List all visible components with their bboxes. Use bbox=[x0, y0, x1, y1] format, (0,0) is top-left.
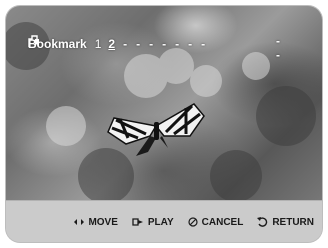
cancel-icon bbox=[188, 217, 198, 227]
background-photo: Bookmark 1 2 ------- -- bbox=[6, 6, 322, 200]
cancel-control[interactable]: CANCEL bbox=[188, 216, 244, 228]
empty-slot[interactable]: - bbox=[149, 37, 155, 51]
empty-bookmark-slots: ------- bbox=[123, 37, 214, 51]
empty-slot[interactable]: - bbox=[123, 37, 129, 51]
bookmark-slot-2[interactable]: 2 bbox=[108, 37, 115, 51]
empty-slot[interactable]: - bbox=[162, 37, 168, 51]
control-bar: MOVE PLAY CANCEL RETURN bbox=[6, 200, 322, 242]
return-label: RETURN bbox=[272, 216, 314, 228]
play-label: PLAY bbox=[147, 216, 174, 228]
empty-slot[interactable]: - bbox=[188, 37, 194, 51]
play-key-icon bbox=[132, 217, 144, 227]
cancel-label: CANCEL bbox=[201, 216, 244, 228]
move-control[interactable]: MOVE bbox=[74, 216, 118, 228]
return-control[interactable]: RETURN bbox=[257, 217, 314, 228]
left-right-arrow-icon bbox=[74, 218, 85, 226]
butterfly bbox=[107, 103, 205, 160]
end-slot: -- bbox=[276, 34, 282, 62]
move-label: MOVE bbox=[88, 216, 118, 228]
bookmark-slot-1[interactable]: 1 bbox=[95, 37, 102, 51]
return-arrow-icon bbox=[257, 217, 268, 227]
empty-slot[interactable]: - bbox=[175, 37, 181, 51]
screen-frame: Bookmark 1 2 ------- -- MOVE PLAY CANCEL… bbox=[6, 6, 322, 242]
bookmark-bar: Bookmark 1 2 ------- -- bbox=[28, 34, 280, 62]
empty-slot[interactable]: - bbox=[136, 37, 142, 51]
play-control[interactable]: PLAY bbox=[132, 217, 174, 228]
empty-slot[interactable]: - bbox=[201, 37, 207, 51]
bookmark-icon bbox=[28, 35, 39, 47]
